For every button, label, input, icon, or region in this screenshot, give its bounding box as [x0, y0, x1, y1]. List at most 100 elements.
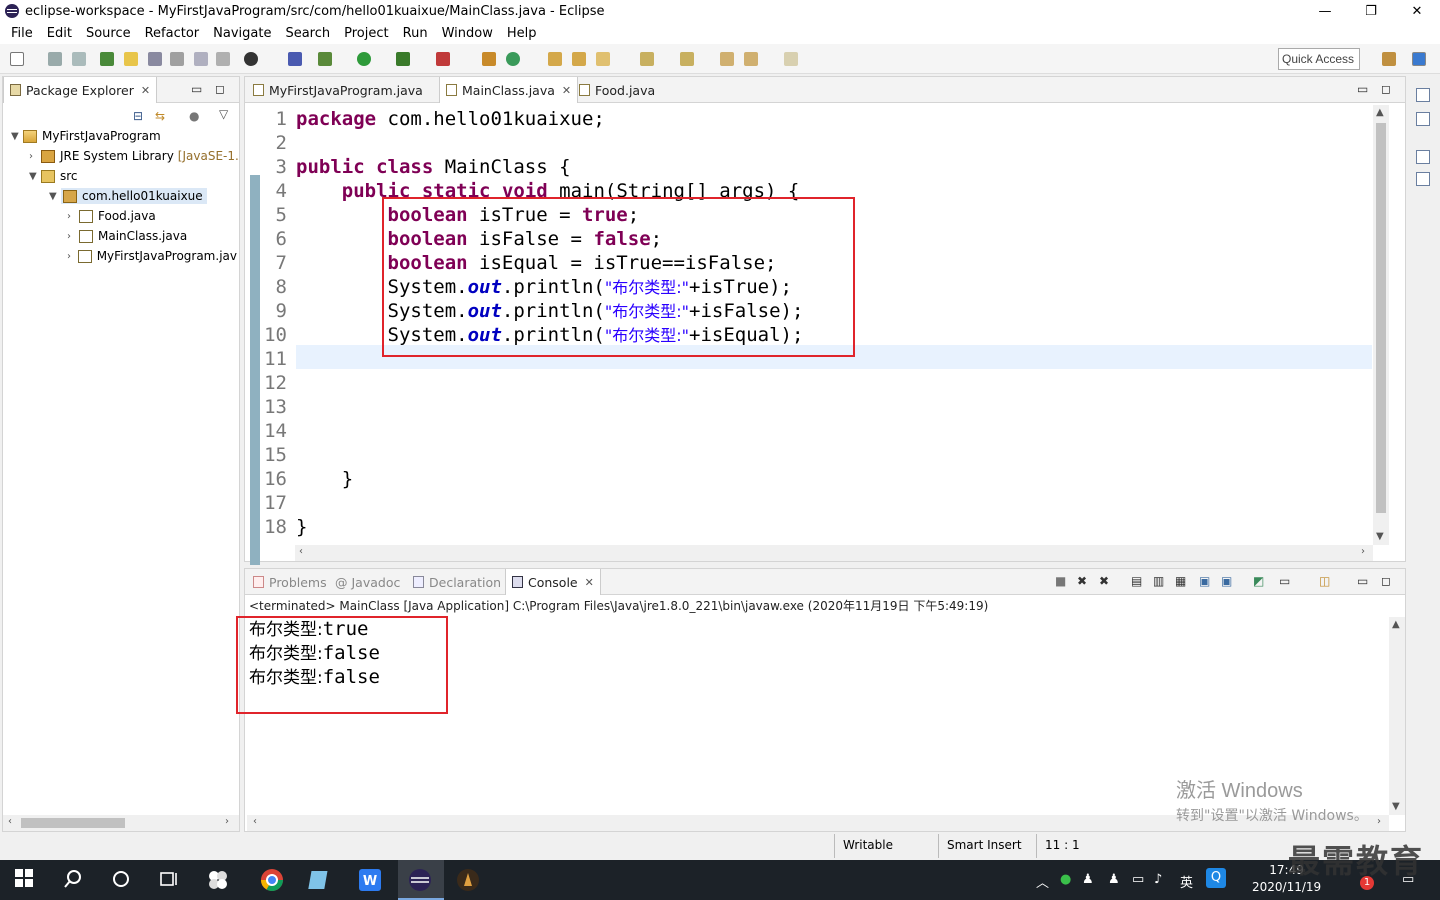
- next-edit-icon[interactable]: [640, 52, 654, 66]
- tab-food[interactable]: Food.java: [573, 77, 661, 103]
- scroll-down-icon[interactable]: ▼: [1376, 531, 1384, 542]
- last-edit-icon[interactable]: [680, 52, 694, 66]
- external-tools-icon[interactable]: [436, 52, 450, 66]
- tree-item-package[interactable]: ▼ com.hello01kuaixue: [49, 186, 207, 206]
- maximize-view-icon[interactable]: ◻: [1381, 574, 1391, 588]
- mark-occurrences-icon[interactable]: [124, 52, 138, 66]
- qq-browser-icon[interactable]: Q: [1206, 868, 1226, 888]
- coverage-icon[interactable]: [396, 52, 410, 66]
- clear-console-icon[interactable]: ▤: [1131, 574, 1142, 588]
- scroll-up-icon[interactable]: ▲: [1376, 107, 1384, 118]
- word-wrap-icon[interactable]: ▦: [1175, 574, 1186, 588]
- tree-item-jre[interactable]: › JRE System Library [JavaSE-1.: [29, 146, 239, 166]
- profile-icon[interactable]: [244, 52, 258, 66]
- save-icon[interactable]: [48, 52, 62, 66]
- menu-file[interactable]: File: [4, 26, 40, 41]
- code-line-3[interactable]: public class MainClass {: [296, 155, 571, 179]
- chevron-down-icon[interactable]: ▼: [11, 131, 23, 142]
- tab-problems[interactable]: Problems: [247, 569, 333, 595]
- minimize-button[interactable]: —: [1302, 0, 1348, 22]
- scroll-down-icon[interactable]: ▼: [1392, 801, 1400, 812]
- scroll-thumb[interactable]: [1376, 123, 1386, 513]
- qq-icon[interactable]: ♟: [1082, 872, 1094, 887]
- scroll-up-icon[interactable]: ▲: [1392, 619, 1400, 630]
- show-whitespace-icon[interactable]: [216, 52, 230, 66]
- scroll-left-icon[interactable]: ‹: [253, 816, 257, 827]
- wechat-icon[interactable]: ●: [1060, 872, 1071, 887]
- notepad-icon[interactable]: [308, 868, 332, 892]
- tab-console[interactable]: Console ✕: [505, 569, 601, 595]
- open-console-icon[interactable]: ◫: [1319, 574, 1330, 588]
- tree-item-mainclass[interactable]: › MainClass.java: [67, 226, 187, 246]
- horizontal-scrollbar[interactable]: ‹ ›: [3, 815, 239, 831]
- chevron-down-icon[interactable]: ▼: [29, 171, 41, 182]
- media-player-icon[interactable]: [456, 868, 480, 892]
- tab-myfirstjavaprogram[interactable]: MyFirstJavaProgram.java: [247, 77, 429, 103]
- link-editor-icon[interactable]: ⇆: [155, 109, 165, 123]
- back-icon[interactable]: [720, 52, 734, 66]
- scroll-thumb[interactable]: [21, 818, 125, 828]
- network-icon[interactable]: ▭: [1132, 872, 1144, 887]
- ime-indicator[interactable]: 英: [1180, 872, 1193, 891]
- chevron-right-icon[interactable]: ›: [67, 231, 79, 242]
- minimize-view-icon[interactable]: ▭: [1357, 574, 1368, 588]
- view-menu-icon[interactable]: ▽: [219, 107, 228, 121]
- chrome-icon[interactable]: [260, 868, 284, 892]
- new-icon[interactable]: [10, 52, 24, 66]
- maximize-view-icon[interactable]: ◻: [1381, 82, 1391, 96]
- debug-icon[interactable]: [318, 52, 332, 66]
- menu-help[interactable]: Help: [500, 26, 544, 41]
- menu-edit[interactable]: Edit: [40, 26, 79, 41]
- open-task-icon[interactable]: [572, 52, 586, 66]
- forward-icon[interactable]: [744, 52, 758, 66]
- eclipse-taskbar-item[interactable]: [398, 860, 444, 900]
- chevron-down-icon[interactable]: ▼: [49, 191, 61, 202]
- code-line-1[interactable]: package com.hello01kuaixue;: [296, 107, 605, 131]
- new-class-icon[interactable]: [506, 52, 520, 66]
- close-button[interactable]: ✕: [1394, 0, 1440, 22]
- cortana-icon[interactable]: [110, 868, 134, 892]
- tree-item-myfirst[interactable]: › MyFirstJavaProgram.jav: [67, 246, 237, 266]
- task-list-icon[interactable]: [1416, 172, 1430, 186]
- outline-icon[interactable]: [1416, 112, 1430, 126]
- code-line-18[interactable]: }: [296, 515, 307, 539]
- search-icon[interactable]: [62, 868, 86, 892]
- scroll-lock-icon[interactable]: ▥: [1153, 574, 1164, 588]
- prev-annotation-icon[interactable]: [170, 52, 184, 66]
- show-on-error-icon[interactable]: ▣: [1221, 574, 1232, 588]
- display-console-icon[interactable]: ▭: [1279, 574, 1290, 588]
- menu-refactor[interactable]: Refactor: [138, 26, 207, 41]
- editor-vertical-scrollbar[interactable]: ▲ ▼: [1373, 105, 1389, 545]
- new-java-project-icon[interactable]: [482, 52, 496, 66]
- menu-navigate[interactable]: Navigate: [206, 26, 278, 41]
- tab-javadoc[interactable]: @ Javadoc: [329, 569, 406, 595]
- menu-project[interactable]: Project: [337, 26, 395, 41]
- pin-console-icon[interactable]: ◩: [1253, 574, 1264, 588]
- close-icon[interactable]: ✕: [562, 84, 571, 97]
- console-vertical-scrollbar[interactable]: ▲ ▼: [1389, 617, 1405, 815]
- tab-package-explorer[interactable]: Package Explorer ✕: [3, 77, 158, 103]
- editor-horizontal-scrollbar[interactable]: ‹ ›: [295, 545, 1373, 561]
- minimize-view-icon[interactable]: ▭: [1357, 82, 1368, 96]
- task-view-icon[interactable]: [158, 868, 182, 892]
- scroll-right-icon[interactable]: ›: [225, 816, 229, 827]
- chevron-right-icon[interactable]: ›: [29, 151, 41, 162]
- next-annotation-icon[interactable]: [148, 52, 162, 66]
- restore-view-icon[interactable]: [1416, 88, 1430, 102]
- show-on-output-icon[interactable]: ▣: [1199, 574, 1210, 588]
- tree-item-food[interactable]: › Food.java: [67, 206, 156, 226]
- close-icon[interactable]: ✕: [141, 84, 150, 97]
- menu-window[interactable]: Window: [435, 26, 500, 41]
- restore-button[interactable]: ❐: [1348, 0, 1394, 22]
- save-all-icon[interactable]: [72, 52, 86, 66]
- open-type-icon[interactable]: [100, 52, 114, 66]
- chevron-right-icon[interactable]: ›: [67, 211, 79, 222]
- scroll-left-icon[interactable]: ‹: [299, 546, 303, 557]
- qq-icon[interactable]: ♟: [1108, 872, 1120, 887]
- tab-declaration[interactable]: Declaration: [407, 569, 507, 595]
- code-line-16[interactable]: }: [296, 467, 353, 491]
- tree-item-project[interactable]: ▼ MyFirstJavaProgram: [11, 126, 161, 146]
- toggle-block-icon[interactable]: [194, 52, 208, 66]
- chevron-right-icon[interactable]: ›: [67, 251, 78, 262]
- remove-all-icon[interactable]: ✖: [1099, 574, 1109, 588]
